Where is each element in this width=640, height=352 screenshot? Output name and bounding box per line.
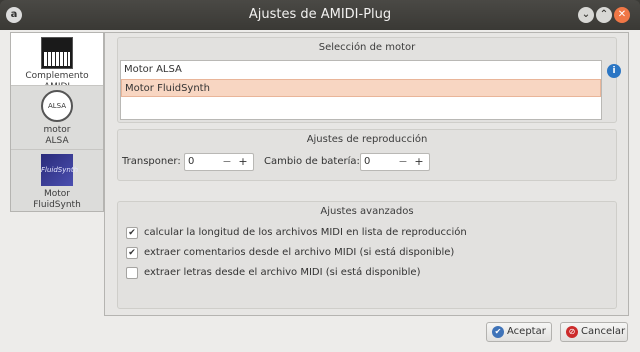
cancel-button[interactable]: ⊘ Cancelar: [560, 322, 628, 342]
close-icon[interactable]: ✕: [614, 7, 630, 23]
group-title: Selección de motor: [318, 42, 416, 53]
drum-change-value[interactable]: 0: [364, 154, 370, 170]
transpose-label: Transponer:: [122, 156, 181, 167]
cancel-label: Cancelar: [581, 326, 626, 337]
fluidsynth-icon: FluidSynth: [41, 154, 78, 186]
group-title: Ajustes de reproducción: [306, 134, 428, 145]
plus-icon[interactable]: +: [411, 154, 427, 170]
accept-label: Aceptar: [507, 326, 546, 337]
minimize-icon[interactable]: ⌄: [578, 7, 594, 23]
checkbox-label: extraer comentarios desde el archivo MID…: [144, 247, 455, 258]
minus-icon[interactable]: −: [219, 154, 235, 170]
info-icon[interactable]: i: [607, 64, 621, 78]
sidebar: Complemento AMIDI ALSA motor ALSA FluidS…: [10, 32, 104, 212]
sidebar-item-label: ALSA: [45, 136, 69, 146]
checkbox[interactable]: ✔: [126, 247, 138, 259]
settings-window: Complemento AMIDI ALSA motor ALSA FluidS…: [0, 30, 640, 352]
sidebar-item-fluidsynth[interactable]: FluidSynth Motor FluidSynth: [11, 149, 103, 211]
sidebar-item-alsa[interactable]: ALSA motor ALSA: [11, 85, 103, 149]
checkbox[interactable]: ✔: [126, 227, 138, 239]
transpose-stepper[interactable]: 0 − +: [184, 153, 254, 171]
drum-change-stepper[interactable]: 0 − +: [360, 153, 430, 171]
main-panel: Selección de motor Motor ALSA Motor Flui…: [104, 32, 629, 316]
transpose-value[interactable]: 0: [188, 154, 194, 170]
plus-icon[interactable]: +: [235, 154, 251, 170]
cancel-icon: ⊘: [566, 326, 578, 338]
minus-icon[interactable]: −: [395, 154, 411, 170]
playback-settings-group: Ajustes de reproducción Transponer: 0 − …: [117, 129, 617, 181]
list-item[interactable]: Motor ALSA: [121, 61, 601, 79]
checkbox[interactable]: [126, 267, 138, 279]
sidebar-item-amidi[interactable]: Complemento AMIDI: [11, 33, 103, 92]
alsa-icon: ALSA: [41, 90, 73, 122]
drum-change-label: Cambio de batería:: [264, 156, 360, 167]
window-title: Ajustes de AMIDI-Plug: [248, 7, 392, 22]
checkbox-label: calcular la longitud de los archivos MID…: [144, 227, 467, 238]
maximize-icon[interactable]: ⌃: [596, 7, 612, 23]
sidebar-item-label: motor: [43, 125, 71, 135]
keyboard-icon: [41, 37, 73, 69]
checkbox-label: extraer letras desde el archivo MIDI (si…: [144, 267, 421, 278]
motor-list[interactable]: Motor ALSA Motor FluidSynth: [120, 60, 602, 120]
motor-selection-group: Selección de motor Motor ALSA Motor Flui…: [117, 37, 621, 123]
check-icon: ✔: [492, 326, 504, 338]
accept-button[interactable]: ✔ Aceptar: [486, 322, 552, 342]
sidebar-item-label: FluidSynth: [33, 200, 81, 210]
advanced-settings-group: Ajustes avanzados ✔ calcular la longitud…: [117, 201, 617, 309]
group-title: Ajustes avanzados: [320, 206, 414, 217]
sidebar-item-label: Motor: [43, 189, 70, 199]
list-item-selected[interactable]: Motor FluidSynth: [121, 79, 601, 97]
title-bar: a Ajustes de AMIDI-Plug ⌄ ⌃ ✕: [0, 0, 640, 30]
